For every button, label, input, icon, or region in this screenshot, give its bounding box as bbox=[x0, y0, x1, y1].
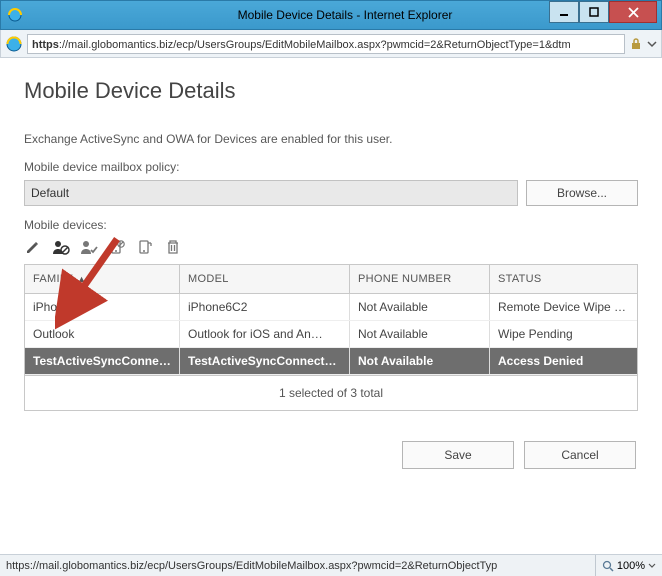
activesync-info-text: Exchange ActiveSync and OWA for Devices … bbox=[24, 132, 638, 146]
cancel-button[interactable]: Cancel bbox=[524, 441, 636, 469]
close-button[interactable] bbox=[609, 1, 657, 23]
cell-model: iPhone6C2 bbox=[180, 294, 350, 320]
cell-family: iPhone bbox=[25, 294, 180, 320]
save-button[interactable]: Save bbox=[402, 441, 514, 469]
url-field[interactable]: https://mail.globomantics.biz/ecp/UsersG… bbox=[27, 34, 625, 54]
cell-status: Wipe Pending bbox=[490, 321, 637, 347]
delete-icon[interactable] bbox=[164, 238, 182, 256]
sort-asc-icon: ▲ bbox=[77, 274, 86, 284]
cell-status: Access Denied bbox=[490, 348, 637, 374]
table-selection-count: 1 selected of 3 total bbox=[24, 375, 638, 411]
status-bar: https://mail.globomantics.biz/ecp/UsersG… bbox=[0, 554, 662, 576]
cell-family: TestActiveSyncConnect… bbox=[25, 348, 180, 374]
maximize-button[interactable] bbox=[579, 1, 609, 23]
address-bar: https://mail.globomantics.biz/ecp/UsersG… bbox=[0, 30, 662, 58]
cell-phone: Not Available bbox=[350, 321, 490, 347]
col-header-phone[interactable]: PHONE NUMBER bbox=[350, 265, 490, 293]
cell-model: Outlook for iOS and An… bbox=[180, 321, 350, 347]
ie-logo-icon bbox=[5, 35, 23, 53]
cell-phone: Not Available bbox=[350, 294, 490, 320]
refresh-device-icon[interactable] bbox=[136, 238, 154, 256]
devices-table: FAMILY▲ MODEL PHONE NUMBER STATUS iPhone… bbox=[24, 264, 638, 375]
wipe-device-icon[interactable] bbox=[108, 238, 126, 256]
minimize-button[interactable] bbox=[549, 1, 579, 23]
devices-label: Mobile devices: bbox=[24, 218, 638, 232]
policy-input[interactable] bbox=[24, 180, 518, 206]
col-header-family[interactable]: FAMILY▲ bbox=[25, 265, 180, 293]
table-row[interactable]: OutlookOutlook for iOS and An…Not Availa… bbox=[25, 321, 637, 348]
policy-label: Mobile device mailbox policy: bbox=[24, 160, 638, 174]
table-row[interactable]: TestActiveSyncConnect…TestActiveSyncConn… bbox=[25, 348, 637, 375]
allow-user-icon[interactable] bbox=[80, 238, 98, 256]
page-title: Mobile Device Details bbox=[24, 78, 638, 104]
lock-icon bbox=[629, 37, 643, 51]
block-user-icon[interactable] bbox=[52, 238, 70, 256]
status-url-text: https://mail.globomantics.biz/ecp/UsersG… bbox=[6, 560, 589, 572]
col-header-model[interactable]: MODEL bbox=[180, 265, 350, 293]
col-header-status[interactable]: STATUS bbox=[490, 265, 637, 293]
cell-family: Outlook bbox=[25, 321, 180, 347]
devices-toolbar bbox=[24, 238, 638, 256]
table-row[interactable]: iPhoneiPhone6C2Not AvailableRemote Devic… bbox=[25, 294, 637, 321]
zoom-icon bbox=[602, 560, 614, 572]
dropdown-icon[interactable] bbox=[647, 39, 657, 49]
cell-status: Remote Device Wipe Su… bbox=[490, 294, 637, 320]
ie-icon bbox=[7, 7, 23, 23]
edit-icon[interactable] bbox=[24, 238, 42, 256]
zoom-control[interactable]: 100% bbox=[595, 555, 656, 576]
cell-phone: Not Available bbox=[350, 348, 490, 374]
cell-model: TestActiveSyncConnect… bbox=[180, 348, 350, 374]
chevron-down-icon bbox=[648, 562, 656, 570]
window-titlebar: Mobile Device Details - Internet Explore… bbox=[0, 0, 662, 30]
table-header: FAMILY▲ MODEL PHONE NUMBER STATUS bbox=[25, 265, 637, 294]
browse-button[interactable]: Browse... bbox=[526, 180, 638, 206]
